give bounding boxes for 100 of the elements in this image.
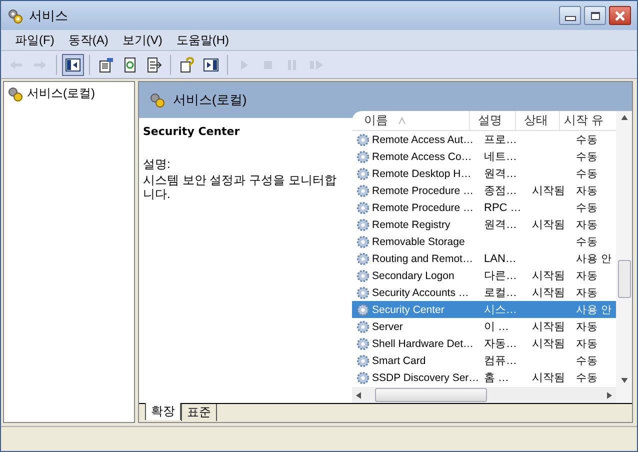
table-cell: 자동 xyxy=(576,268,598,282)
table-cell: 자동 xyxy=(576,286,598,300)
table-cell: Remote Registry xyxy=(372,218,450,230)
menu-item[interactable]: 파일(F) xyxy=(9,32,62,48)
table-cell: SSDP Discovery Ser… xyxy=(372,372,480,384)
table-cell-text: 자동… xyxy=(484,337,517,351)
table-cell: 수동 xyxy=(576,200,598,214)
gears-icon xyxy=(7,86,23,102)
gear-icon xyxy=(356,166,370,180)
table-cell: Security Center xyxy=(372,304,444,316)
table-cell-text: 시작됨 xyxy=(532,320,565,334)
table-cell: Server xyxy=(372,320,403,332)
pane-icon xyxy=(203,56,219,72)
table-cell-text: 종점… xyxy=(484,184,517,198)
table-row[interactable]: Secondary Logon 다른… 시작됨 자동 xyxy=(352,267,616,284)
service-name: Security Center xyxy=(143,125,241,138)
scroll-thumb[interactable] xyxy=(618,260,631,298)
table-cell-text: 시작됨 xyxy=(532,269,565,283)
scroll-up-icon xyxy=(620,115,628,120)
table-row[interactable]: Remote Access Aut… 프로… 수동 xyxy=(352,131,616,148)
table-row[interactable]: Routing and Remot… LAN… 사용 안 xyxy=(352,250,616,267)
menu-item[interactable]: 도움말(H) xyxy=(170,32,237,48)
refresh-icon xyxy=(122,56,138,72)
table-row[interactable]: Remote Procedure … RPC … 수동 xyxy=(352,199,616,216)
table-cell-text: 네트… xyxy=(484,150,517,164)
gear-icon xyxy=(356,302,370,316)
vertical-scrollbar[interactable] xyxy=(616,111,632,403)
table-cell: Secondary Logon xyxy=(372,270,454,282)
table-cell: 수동 xyxy=(576,166,598,180)
table-cell: 자동 xyxy=(576,218,598,232)
table-cell: Remote Procedure … xyxy=(372,202,474,214)
table-cell-text: 원격… xyxy=(484,218,517,232)
tree-toggle-button[interactable] xyxy=(62,54,84,76)
table-cell: 수동 xyxy=(576,370,598,384)
table-cell-text: 로컬… xyxy=(484,286,517,300)
table-cell-text: 홈 … xyxy=(484,371,510,385)
gears-icon xyxy=(149,92,165,108)
table-cell: Remote Procedure … xyxy=(372,184,474,196)
table-cell: Remote Desktop H… xyxy=(372,168,472,180)
table-row[interactable]: Security Center 시스… 사용 안 xyxy=(352,301,616,318)
gear-icon xyxy=(356,336,370,350)
description-text: 시스템 보안 설정과 구성을 모니터합니다. xyxy=(143,173,338,201)
table-cell-text: 시작됨 xyxy=(532,218,565,232)
export-icon xyxy=(146,56,162,72)
minimize-button[interactable] xyxy=(559,6,581,25)
table-cell-text: 시작됨 xyxy=(532,371,565,385)
table-row[interactable]: Shell Hardware Det… 자동… 시작됨 자동 xyxy=(352,335,616,352)
table-cell: 자동 xyxy=(576,336,598,350)
scroll-thumb[interactable] xyxy=(375,388,487,402)
horizontal-scrollbar[interactable] xyxy=(352,387,616,403)
table-cell: LAN… xyxy=(484,252,516,264)
menu-item[interactable]: 보기(V) xyxy=(116,32,170,48)
close-button[interactable] xyxy=(609,6,631,25)
gear-icon xyxy=(356,268,370,282)
view-tab[interactable]: 확장 xyxy=(145,403,181,420)
menu-item[interactable]: 동작(A) xyxy=(62,32,116,48)
table-row[interactable]: SSDP Discovery Ser… 홈 … 시작됨 수동 xyxy=(352,369,616,386)
table-row[interactable]: Remote Access Co… 네트… 수동 xyxy=(352,148,616,165)
table-cell-text: 시작됨 xyxy=(532,184,565,198)
window-title: 서비스 xyxy=(29,6,68,24)
close-icon xyxy=(615,10,625,20)
view-tab[interactable]: 표준 xyxy=(181,404,217,421)
table-row[interactable]: Security Accounts … 로컬… 시작됨 자동 xyxy=(352,284,616,301)
gear-icon xyxy=(356,234,370,248)
column-header[interactable]: 상태 xyxy=(516,111,560,130)
table-cell: 수동 xyxy=(576,354,598,368)
table-cell: 수동 xyxy=(576,132,598,146)
table-row[interactable]: Remote Procedure … 종점… 시작됨 자동 xyxy=(352,182,616,199)
pane-title: 서비스(로컬) xyxy=(173,91,247,109)
table-cell: Smart Card xyxy=(372,354,426,366)
table-cell: 사용 안 xyxy=(576,252,612,266)
column-header[interactable]: 이름 xyxy=(352,111,470,130)
gear-icon xyxy=(356,200,370,214)
table-cell-text: 시작됨 xyxy=(532,337,565,351)
scroll-left-icon xyxy=(356,392,361,398)
sort-ascending-icon xyxy=(398,116,406,124)
table-cell-text: 원격… xyxy=(484,167,517,181)
maximize-button[interactable] xyxy=(584,6,606,25)
table-cell: 수동 xyxy=(576,234,598,248)
scroll-down-icon xyxy=(620,378,628,383)
table-row[interactable]: Smart Card 컴퓨… 수동 xyxy=(352,352,616,369)
table-row[interactable]: Remote Registry 원격… 시작됨 자동 xyxy=(352,216,616,233)
tree-item-label: 서비스(로컬) xyxy=(27,85,95,102)
table-cell: 사용 안 xyxy=(576,302,612,316)
gear-icon xyxy=(356,370,370,384)
table-cell-text: 컴퓨… xyxy=(484,354,517,368)
table-cell: Remote Access Co… xyxy=(372,150,472,162)
table-row[interactable]: Remote Desktop H… 원격… 수동 xyxy=(352,165,616,182)
tree-icon xyxy=(65,56,81,72)
table-cell-text: 시스… xyxy=(484,303,517,317)
table-row[interactable]: Removable Storage 수동 xyxy=(352,233,616,250)
table-cell-text: 이 … xyxy=(484,320,510,334)
tree-item[interactable]: 서비스(로컬) xyxy=(6,84,96,103)
table-cell: 수동 xyxy=(576,150,598,164)
column-header[interactable]: 시작 유 xyxy=(560,111,616,130)
gear-icon xyxy=(356,132,370,146)
table-row[interactable]: Server 이 … 시작됨 자동 xyxy=(352,318,616,335)
column-header[interactable]: 설명 xyxy=(470,111,516,130)
gear-icon xyxy=(356,218,370,232)
gear-icon xyxy=(356,150,370,164)
